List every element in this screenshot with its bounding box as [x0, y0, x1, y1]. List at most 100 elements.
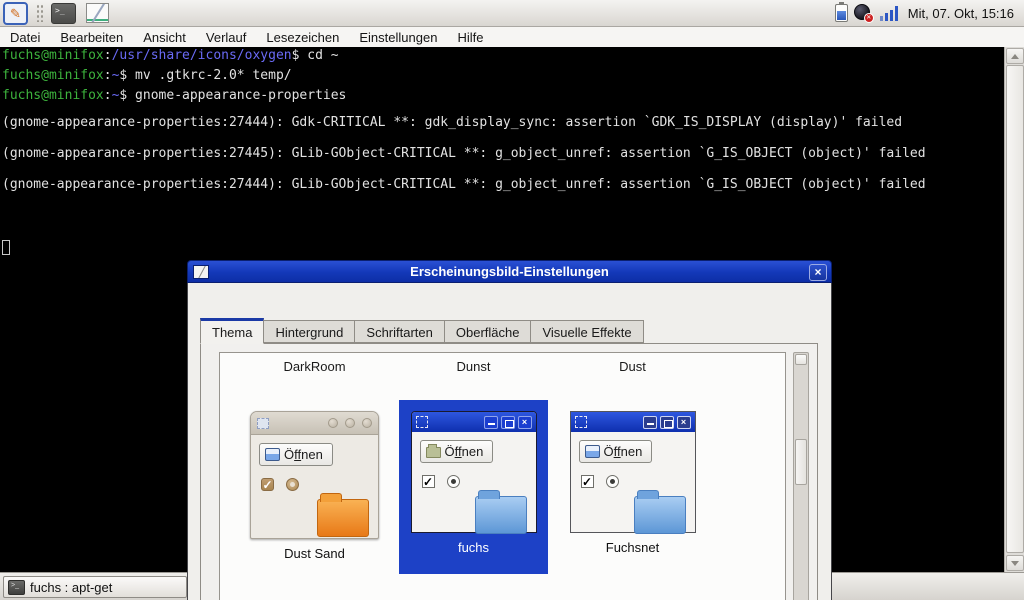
checkbox-icon: ✓	[422, 475, 435, 488]
open-folder-icon	[426, 447, 441, 458]
terminal-error-line: (gnome-appearance-properties:27444): Gdk…	[2, 115, 902, 130]
command-text: $ gnome-appearance-properties	[119, 88, 346, 103]
theme-label-dunst: Dunst	[394, 359, 553, 374]
open-button-preview: Öffnen	[579, 440, 653, 463]
taskbar-item-apt-get[interactable]: >_ fuchs : apt-get	[3, 576, 187, 598]
menu-datei[interactable]: Datei	[10, 30, 40, 45]
radio-icon	[447, 475, 460, 488]
scroll-down-button[interactable]	[1006, 555, 1024, 571]
preview-body: Öffnen ✓	[571, 432, 695, 488]
terminal-launcher-icon[interactable]: >_	[51, 3, 76, 24]
tab-visuelle-effekte[interactable]: Visuelle Effekte	[530, 320, 643, 343]
close-icon: ×	[677, 416, 691, 429]
command-text: $ mv .gtkrc-2.0* temp/	[119, 68, 291, 83]
folder-icon	[634, 496, 686, 534]
theme-preview: Öffnen ✓	[250, 411, 379, 539]
menu-verlauf[interactable]: Verlauf	[206, 30, 246, 45]
scroll-up-button[interactable]	[1006, 48, 1024, 64]
tab-thema[interactable]: Thema	[200, 318, 264, 344]
tab-oberflaeche[interactable]: Oberfläche	[444, 320, 531, 343]
preview-titlebar: ×	[571, 412, 695, 432]
close-icon: ×	[518, 416, 532, 429]
theme-list-scrollbar[interactable]	[793, 352, 809, 600]
dialog-body: Thema Hintergrund Schriftarten Oberfläch…	[187, 283, 832, 600]
battery-icon[interactable]	[835, 4, 848, 22]
theme-list[interactable]: DarkRoom Dunst Dust Öffnen	[219, 352, 786, 600]
open-button-preview: Öffnen	[259, 443, 333, 466]
terminal-line: fuchs@minifox:~$ mv .gtkrc-2.0* temp/	[2, 68, 292, 83]
top-panel: ✎ >_ ✕ Mit, 07. Okt, 15:16	[0, 0, 1024, 27]
minimize-icon	[643, 416, 657, 429]
radio-icon	[286, 478, 299, 491]
tab-content: DarkRoom Dunst Dust Öffnen	[200, 343, 818, 600]
taskbar-item-label: fuchs : apt-get	[30, 580, 112, 595]
tab-schriftarten[interactable]: Schriftarten	[354, 320, 443, 343]
window-buttons-icon: ×	[484, 416, 532, 429]
clock[interactable]: Mit, 07. Okt, 15:16	[904, 6, 1018, 21]
checkbox-icon: ✓	[581, 475, 594, 488]
prompt-user: fuchs@minifox	[2, 88, 104, 103]
checkbox-icon: ✓	[261, 478, 274, 491]
terminal-error-line: (gnome-appearance-properties:27445): GLi…	[2, 146, 926, 161]
menu-bearbeiten[interactable]: Bearbeiten	[60, 30, 123, 45]
menu-hilfe[interactable]: Hilfe	[457, 30, 483, 45]
maximize-icon	[660, 416, 674, 429]
menu-einstellungen[interactable]: Einstellungen	[359, 30, 437, 45]
window-buttons-icon	[328, 418, 372, 428]
radio-icon	[606, 475, 619, 488]
theme-item-fuchsnet[interactable]: × Öffnen ✓	[558, 400, 707, 574]
panel-drag-handle[interactable]	[36, 4, 43, 22]
terminal-scrollbar[interactable]	[1004, 47, 1024, 572]
prompt-user: fuchs@minifox	[2, 48, 104, 63]
open-icon	[585, 445, 600, 458]
close-button[interactable]: ×	[809, 264, 827, 281]
maximize-icon	[501, 416, 515, 429]
prompt-user: fuchs@minifox	[2, 68, 104, 83]
pencil-icon: ✎	[10, 7, 21, 20]
scroll-up-button[interactable]	[795, 354, 807, 365]
signal-strength-icon[interactable]	[880, 5, 898, 21]
minimize-icon	[484, 416, 498, 429]
theme-preview: × Öffnen ✓	[570, 411, 696, 533]
tab-bar: Thema Hintergrund Schriftarten Oberfläch…	[200, 318, 644, 343]
terminal-error-line: (gnome-appearance-properties:27444): GLi…	[2, 177, 926, 192]
open-icon	[265, 448, 280, 461]
prompt-path: /usr/share/icons/oxygen	[112, 48, 292, 63]
theme-item-dust-sand[interactable]: Öffnen ✓ Dust Sand	[240, 400, 389, 574]
scrollbar-thumb[interactable]	[795, 439, 807, 485]
window-buttons-icon: ×	[643, 416, 691, 429]
menu-lesezeichen[interactable]: Lesezeichen	[266, 30, 339, 45]
tab-hintergrund[interactable]: Hintergrund	[264, 320, 354, 343]
preview-titlebar	[251, 412, 378, 435]
command-text: $ cd ~	[292, 48, 339, 63]
dialog-title: Erscheinungsbild-Einstellungen	[188, 264, 831, 279]
prompt-colon: :	[104, 48, 112, 63]
menu-ansicht[interactable]: Ansicht	[143, 30, 186, 45]
theme-name: Fuchsnet	[558, 540, 707, 555]
open-button-preview: Öffnen	[420, 440, 494, 463]
theme-name: Dust Sand	[240, 546, 389, 561]
folder-icon	[317, 499, 369, 537]
terminal-line: fuchs@minifox:/usr/share/icons/oxygen$ c…	[2, 48, 339, 63]
theme-name: fuchs	[399, 540, 548, 555]
terminal-line: fuchs@minifox:~$ gnome-appearance-proper…	[2, 88, 346, 103]
mute-badge-icon: ✕	[864, 13, 874, 23]
theme-item-fuchs[interactable]: × Öffnen ✓	[399, 400, 548, 574]
text-editor-launcher-icon[interactable]	[86, 3, 109, 23]
scrollbar-thumb[interactable]	[1006, 65, 1024, 553]
prompt-colon: :	[104, 68, 112, 83]
dialog-titlebar[interactable]: Erscheinungsbild-Einstellungen ×	[187, 260, 832, 283]
preview-body: Öffnen ✓	[251, 435, 378, 491]
theme-preview: × Öffnen ✓	[411, 411, 537, 533]
prompt-icon: >_	[55, 6, 65, 15]
menubar: Datei Bearbeiten Ansicht Verlauf Lesezei…	[0, 27, 1024, 47]
terminal-icon: >_	[8, 580, 25, 595]
volume-muted-icon[interactable]: ✕	[854, 4, 874, 23]
arrow-up-icon	[1011, 54, 1019, 59]
app-launcher-icon[interactable]: ✎	[3, 2, 28, 25]
appearance-settings-window: Erscheinungsbild-Einstellungen × Thema H…	[187, 260, 832, 600]
window-icon	[575, 416, 587, 428]
arrow-down-icon	[1011, 561, 1019, 566]
window-icon	[416, 416, 428, 428]
prompt-colon: :	[104, 88, 112, 103]
